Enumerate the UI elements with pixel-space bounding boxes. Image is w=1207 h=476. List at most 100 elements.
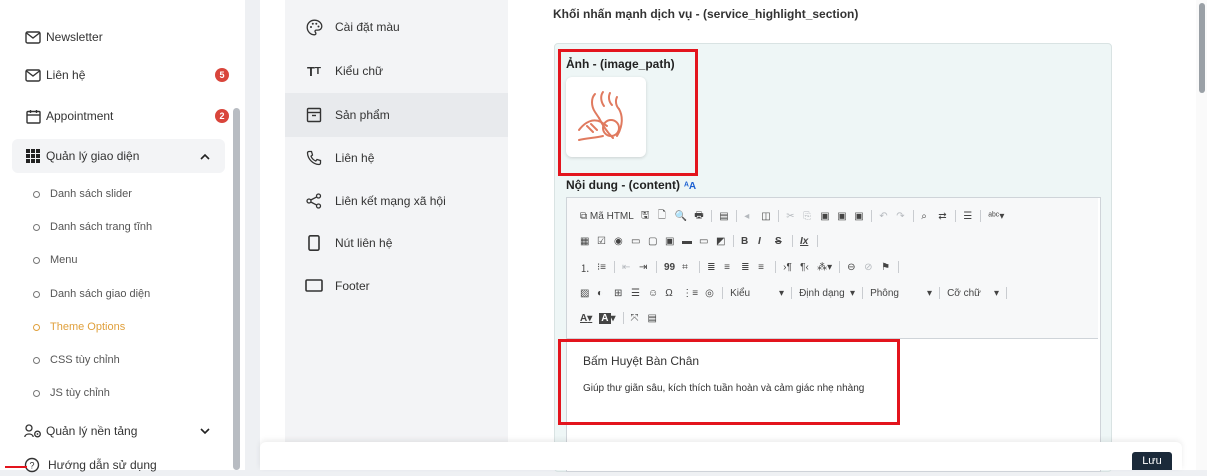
blockquote-button[interactable]: 99: [664, 262, 675, 273]
chevron-up-icon: [200, 149, 210, 163]
unlink-icon[interactable]: ⊘: [864, 262, 874, 273]
show-blocks-icon[interactable]: ◫: [761, 211, 771, 222]
ltr-icon[interactable]: ›¶: [783, 262, 793, 273]
sidebar-scrollbar[interactable]: [233, 108, 240, 470]
cut-icon[interactable]: ✂: [786, 211, 796, 222]
translate-icon[interactable]: ᴬA: [684, 181, 696, 192]
settings-item-colors[interactable]: Cài đặt màu: [285, 5, 508, 49]
smiley-icon[interactable]: ☺: [648, 288, 658, 299]
share-icon: [305, 192, 323, 210]
font-size-dropdown[interactable]: Cỡ chữ ▾: [947, 288, 999, 299]
special-char-icon[interactable]: Ω: [665, 288, 675, 299]
format-block-icon[interactable]: ☰: [963, 211, 973, 222]
toolbar-separator: [699, 261, 701, 273]
anchor-icon[interactable]: ⚑: [881, 262, 891, 273]
find-icon[interactable]: ⌕: [921, 211, 931, 222]
submenu-item-theme-list[interactable]: Danh sách giao diện: [0, 282, 230, 306]
save-button[interactable]: Lưu: [1132, 452, 1172, 470]
outdent-icon[interactable]: ⇤: [622, 262, 632, 273]
settings-item-typography[interactable]: TT Kiểu chữ: [285, 49, 508, 93]
settings-item-footer[interactable]: Footer: [285, 264, 508, 308]
submenu-item-label: JS tùy chỉnh: [50, 387, 110, 399]
table-icon[interactable]: ⊞: [614, 288, 624, 299]
hidden-field-icon[interactable]: ◩: [716, 236, 726, 247]
paste-word-icon[interactable]: ▣: [854, 211, 864, 222]
sidebar-item-platform-management[interactable]: Quản lý nền tảng: [0, 414, 230, 448]
templates-icon[interactable]: ▤: [719, 211, 729, 222]
font-dropdown[interactable]: Phông ▾: [870, 288, 932, 299]
select-all-icon[interactable]: ◂: [744, 211, 754, 222]
align-right-icon[interactable]: ≣: [741, 262, 751, 273]
settings-item-contact[interactable]: Liên hệ: [285, 136, 508, 180]
align-center-icon[interactable]: ≡: [724, 262, 734, 273]
show-blocks-icon[interactable]: ▤: [648, 313, 658, 324]
chevron-down-icon: [200, 424, 210, 438]
strikethrough-button[interactable]: S: [775, 236, 785, 247]
div-container-icon[interactable]: ⌗: [682, 262, 692, 273]
submenu-item-custom-js[interactable]: JS tùy chỉnh: [0, 381, 230, 405]
submenu-item-menu[interactable]: Menu: [0, 248, 230, 272]
submenu-item-custom-css[interactable]: CSS tùy chỉnh: [0, 348, 230, 372]
indent-icon[interactable]: ⇥: [639, 262, 649, 273]
submenu-item-static-pages[interactable]: Danh sách trang tĩnh: [0, 215, 230, 239]
remove-format-button[interactable]: Ix: [800, 236, 810, 247]
checkbox-icon[interactable]: ☑: [597, 236, 607, 247]
flash-icon[interactable]: ◐: [597, 288, 607, 299]
paste-icon[interactable]: ▣: [820, 211, 830, 222]
toolbar-separator: [955, 210, 957, 222]
rtl-icon[interactable]: ¶‹: [800, 262, 810, 273]
submenu-item-label: Danh sách trang tĩnh: [50, 221, 153, 233]
submenu-item-slider-list[interactable]: Danh sách slider: [0, 182, 230, 206]
paste-text-icon[interactable]: ▣: [837, 211, 847, 222]
align-left-icon[interactable]: ≣: [707, 262, 717, 273]
form-icon[interactable]: ▦: [580, 236, 590, 247]
numbered-list-icon[interactable]: ⒈: [580, 260, 590, 275]
submenu-item-theme-options[interactable]: Theme Options: [0, 315, 230, 339]
new-page-icon[interactable]: 🗋: [658, 208, 668, 225]
copy-icon[interactable]: ⎘: [803, 211, 813, 222]
sidebar-item-appointment[interactable]: Appointment 2: [0, 99, 230, 133]
justify-icon[interactable]: ≡: [758, 262, 768, 273]
preview-icon[interactable]: 🔍: [675, 211, 687, 222]
font-dropdown-label: Phông: [870, 287, 899, 299]
settings-item-contact-button[interactable]: Nút liên hệ: [285, 221, 508, 265]
link-icon[interactable]: ⊖: [847, 262, 857, 273]
bold-button[interactable]: B: [741, 236, 751, 247]
replace-icon[interactable]: ⇄: [938, 211, 948, 222]
language-icon[interactable]: ⁂▾: [817, 262, 832, 273]
select-field-icon[interactable]: ▣: [665, 236, 675, 247]
button-field-icon[interactable]: ▬: [682, 236, 692, 247]
sidebar-item-contact[interactable]: Liên hệ 5: [0, 58, 230, 92]
sidebar-item-newsletter[interactable]: Newsletter: [0, 20, 230, 54]
redo-icon[interactable]: ↷: [896, 211, 906, 222]
iframe-icon[interactable]: ◎: [705, 288, 715, 299]
page-break-icon[interactable]: ⋮≡: [682, 288, 698, 299]
horizontal-line-icon[interactable]: ☰: [631, 288, 641, 299]
source-button[interactable]: ⧉ Mã HTML: [580, 211, 634, 222]
background-color-label: A: [599, 312, 611, 324]
text-color-button[interactable]: A▾: [580, 313, 592, 324]
notification-badge: 2: [215, 109, 229, 123]
style-dropdown[interactable]: Kiểu ▾: [730, 288, 784, 299]
undo-icon[interactable]: ↶: [879, 211, 889, 222]
page-scrollbar[interactable]: [1196, 0, 1207, 470]
print-icon[interactable]: 🖶: [694, 208, 704, 225]
settings-item-products[interactable]: Sản phẩm: [285, 93, 508, 137]
textarea-icon[interactable]: ▢: [648, 236, 658, 247]
spellcheck-icon[interactable]: ᵃᵇᶜ▾: [988, 211, 1004, 222]
maximize-icon[interactable]: ⤧: [631, 313, 641, 324]
radio-icon[interactable]: ◉: [614, 236, 624, 247]
settings-item-social-links[interactable]: Liên kết mạng xã hội: [285, 179, 508, 223]
textfield-icon[interactable]: ▭: [631, 236, 641, 247]
format-dropdown[interactable]: Định dạng ▾: [799, 288, 855, 299]
submenu-item-label: Danh sách slider: [50, 188, 132, 200]
italic-button[interactable]: I: [758, 236, 768, 247]
image-button-icon[interactable]: ▭: [699, 236, 709, 247]
page-scrollbar-thumb[interactable]: [1199, 3, 1205, 93]
background-color-button[interactable]: A ▾: [599, 312, 616, 324]
image-icon[interactable]: ▨: [580, 288, 590, 299]
save-icon[interactable]: 🖫: [641, 208, 651, 225]
sidebar-item-theme-management[interactable]: Quản lý giao diện: [12, 139, 225, 173]
settings-item-label: Cài đặt màu: [335, 20, 400, 34]
bulleted-list-icon[interactable]: ⁝≡: [597, 262, 607, 273]
